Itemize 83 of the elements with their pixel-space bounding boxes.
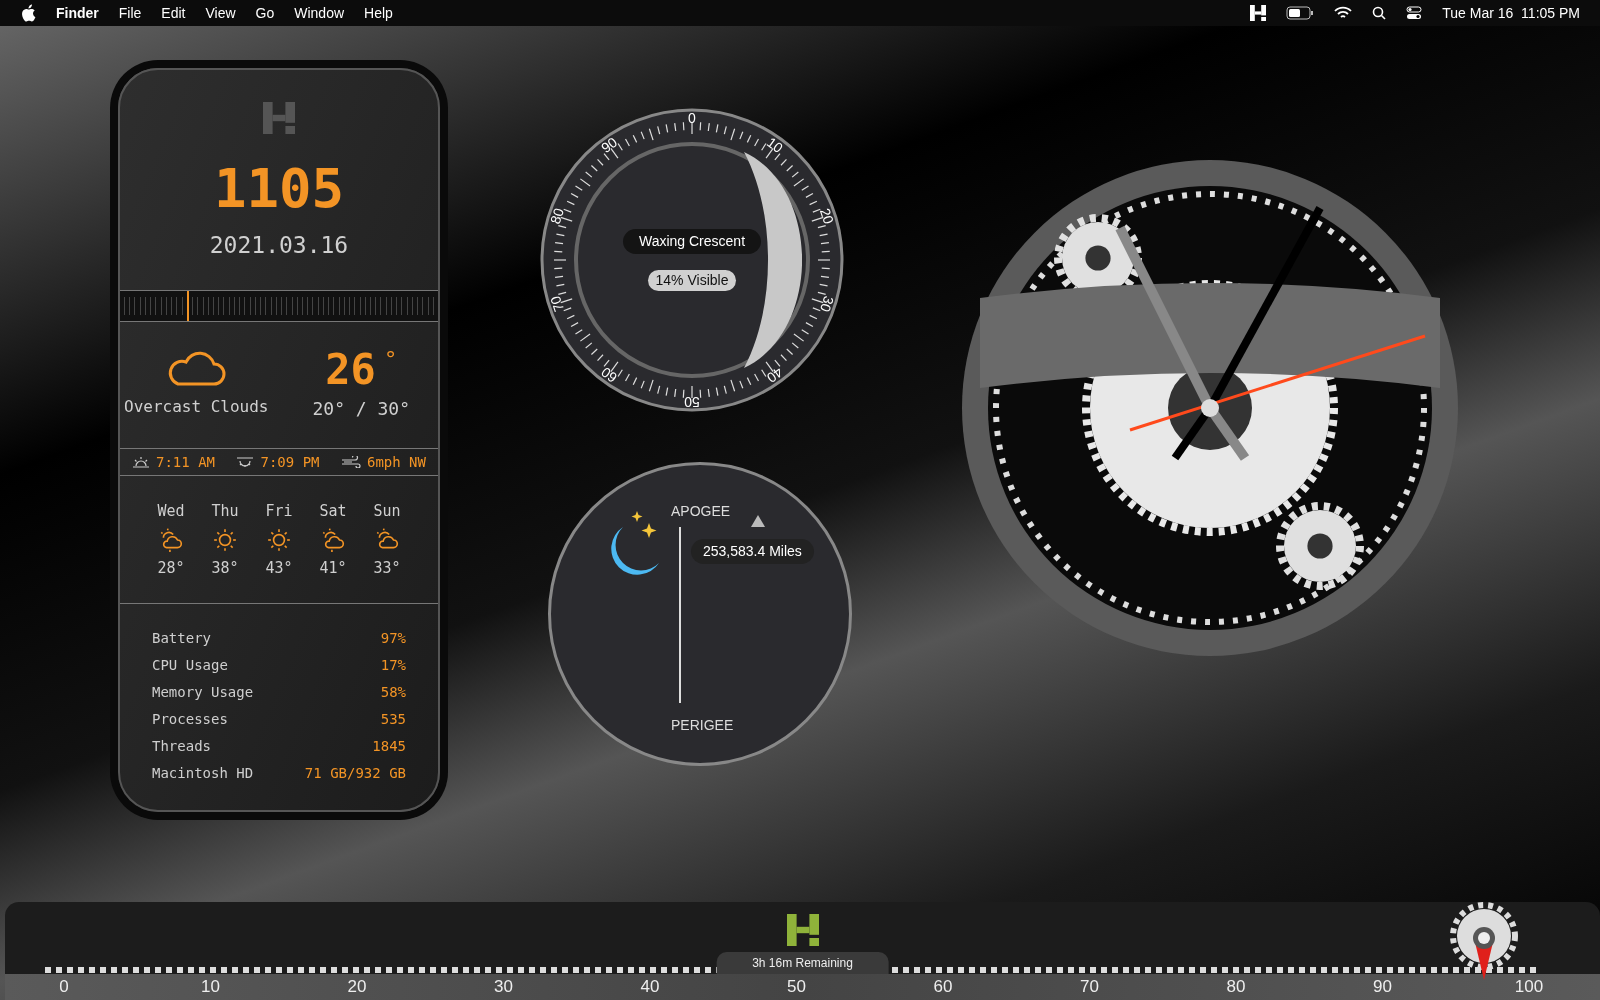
stat-value: 71 GB/932 GB [304,764,406,783]
temperature-text: 26 [325,348,376,391]
menu-bar-clock[interactable]: Tue Mar 16 11:05 PM [1442,2,1580,24]
logo-icon [263,102,295,134]
search-icon[interactable] [1372,6,1387,20]
scale-number: 40 [639,976,661,999]
dial-number: 90 [598,134,619,156]
stat-value: 535 [380,710,406,729]
scale-number: 0 [58,976,70,999]
date-text: 2021.03.16 [209,231,349,260]
moon-phase-name: Waxing Crescent [622,229,762,254]
logo-icon [786,914,819,946]
degree-sign: ° [383,348,398,371]
dial-number: 50 [684,395,700,409]
sunrise-icon [132,456,150,468]
dial-number: 0 [688,111,696,125]
sun-icon [212,526,238,553]
menu-item[interactable]: View [205,2,236,24]
stat-label: Memory Usage [152,683,254,702]
forecast-day: Wed [157,500,185,523]
forecast-temperature: 43° [265,557,293,579]
time-text: 1105 [213,162,344,216]
menu-item[interactable]: Help [364,2,393,24]
sunset-icon [236,456,255,468]
scale-number: 30 [493,976,514,999]
stat-value: 1845 [372,737,406,756]
scale-number: 50 [786,976,807,999]
sun-icon [266,526,292,553]
control-center-icon[interactable] [1406,5,1423,21]
sunset-time: 7:09 PM [260,452,320,472]
dial-number: 80 [547,206,566,226]
visibility-badge: 14% Visible [647,270,737,291]
apple-logo-icon[interactable] [20,4,36,22]
scale-number: 100 [1514,976,1544,999]
dial-number: 10 [765,134,786,156]
stat-value: 58% [380,683,406,702]
forecast-day: Fri [265,500,293,523]
stat-label: Battery [152,629,211,648]
stat-label: Processes [152,710,228,729]
scale-number: 90 [1372,976,1393,999]
wind-icon [340,456,361,468]
weather-condition: Overcast Clouds [124,396,269,418]
forecast-day: Thu [211,500,239,523]
forecast-temperature: 33° [373,557,401,579]
battery-icon[interactable] [1286,6,1315,20]
menu-item[interactable]: File [118,2,142,24]
menu-item[interactable]: Window [294,2,345,24]
stat-value: 97% [380,629,406,648]
dial-number: 20 [818,206,837,226]
cloud-icon [166,351,227,387]
cloud-sun-rain-icon [158,526,184,553]
wind-speed: 6mph NW [366,452,426,472]
scale-number: 80 [1225,976,1247,999]
app-logo-icon [1250,5,1267,21]
sunrise-time: 7:11 AM [156,452,215,472]
stat-value: 17% [380,656,406,675]
cloud-sun-rain-icon [320,526,346,553]
menu-item[interactable]: Edit [161,2,186,24]
forecast-day: Sat [319,500,347,523]
distance-value: 253,583.4 Miles [691,539,814,564]
marker-triangle-icon [751,515,765,527]
scale-number: 10 [200,976,221,999]
stat-label: CPU Usage [152,656,228,675]
time-remaining-label: 3h 16m Remaining [716,952,889,974]
stat-label: Macintosh HD [152,764,254,783]
stat-label: Threads [152,737,211,756]
dial-number: 70 [547,294,566,314]
menu-item[interactable]: Finder [56,2,99,24]
forecast-temperature: 28° [157,557,185,579]
scale-number: 60 [932,976,954,999]
wifi-icon[interactable] [1334,6,1353,20]
forecast-temperature: 38° [211,557,239,579]
dial-number: 30 [818,294,837,314]
scale-number: 20 [346,976,368,999]
forecast-day: Sun [373,500,401,523]
forecast-temperature: 41° [319,557,347,579]
scale-number: 70 [1079,976,1100,999]
dial-number: 60 [598,364,619,386]
apogee-label: APOGEE [671,502,731,521]
temperature-range: 20° / 30° [312,396,410,421]
perigee-label: PERIGEE [671,716,734,735]
dial-number: 40 [765,364,786,386]
menu-item[interactable]: Go [255,2,275,24]
